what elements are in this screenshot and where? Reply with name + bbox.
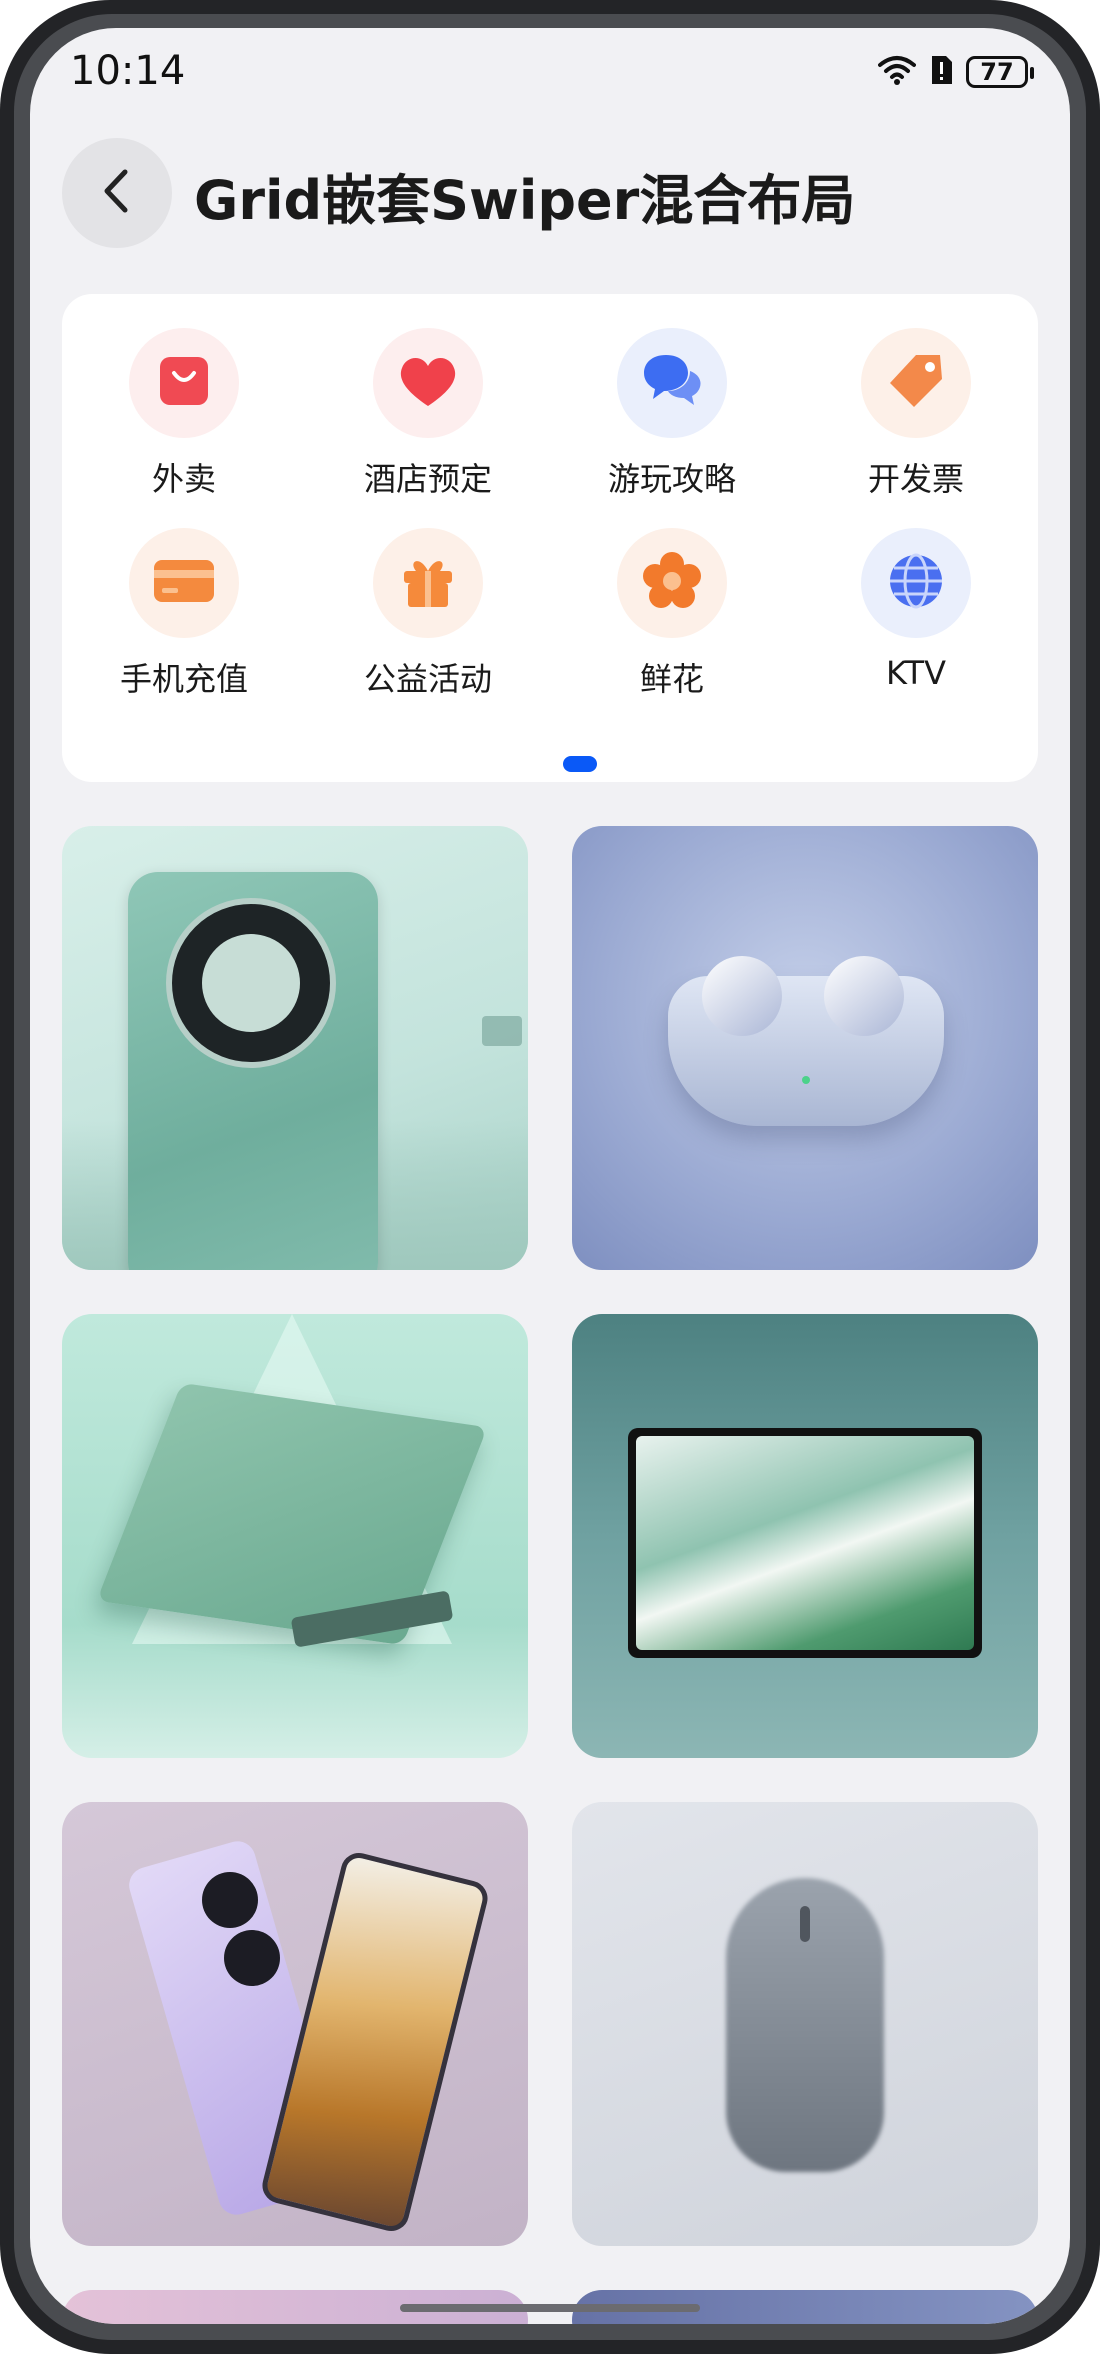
category-label: 鲜花 [639, 660, 704, 698]
category-item-invoice[interactable]: 开发票 [794, 328, 1038, 500]
battery-icon: 77 [966, 56, 1034, 88]
product-tile-earbuds[interactable] [572, 826, 1038, 1270]
camera-lens-2 [224, 1930, 280, 1986]
sim-alert-icon [928, 54, 954, 90]
category-item-phone-topup[interactable]: 手机充值 [62, 528, 306, 700]
battery-level: 77 [980, 58, 1014, 86]
category-icon-bg [373, 528, 483, 638]
earbud-left [702, 956, 782, 1036]
scroll-wheel [800, 1906, 810, 1942]
tablet-screen [636, 1436, 974, 1650]
flower-icon [641, 550, 703, 616]
globe-icon [886, 551, 946, 615]
category-label: 外卖 [151, 460, 216, 498]
category-label: 酒店预定 [363, 460, 492, 498]
home-indicator[interactable] [400, 2304, 700, 2312]
status-led [802, 1076, 810, 1084]
category-label: KTV [886, 654, 946, 692]
category-item-ktv[interactable]: KTV [794, 528, 1038, 692]
camera-lens-1 [202, 1872, 258, 1928]
category-icon-bg [861, 528, 971, 638]
category-icon-bg [861, 328, 971, 438]
category-icon-bg [129, 328, 239, 438]
chat-bubbles-icon [640, 351, 704, 415]
wifi-icon [878, 55, 916, 89]
product-tile-tablet[interactable] [572, 1314, 1038, 1758]
chevron-left-icon [97, 166, 137, 220]
shopping-bag-icon [154, 351, 214, 415]
product-tile-laptop[interactable] [62, 1314, 528, 1758]
vertical-text-deco [482, 1016, 522, 1046]
screen: 10:14 77 Grid嵌套Swiper混合布局 外卖 酒店预定 游玩攻略 开… [30, 28, 1070, 2324]
category-item-hotel[interactable]: 酒店预定 [306, 328, 550, 500]
earbud-right [824, 956, 904, 1036]
category-label: 开发票 [867, 460, 964, 498]
category-icon-bg [617, 328, 727, 438]
back-button[interactable] [62, 138, 172, 248]
category-item-travel-guide[interactable]: 游玩攻略 [550, 328, 794, 500]
category-item-takeout[interactable]: 外卖 [62, 328, 306, 500]
category-icon-bg [617, 528, 727, 638]
product-tile-phone[interactable] [62, 826, 528, 1270]
heart-icon [396, 352, 460, 414]
category-item-flowers[interactable]: 鲜花 [550, 528, 794, 700]
card-icon [152, 556, 216, 610]
category-label: 游玩攻略 [607, 460, 736, 498]
camera-center [202, 934, 300, 1032]
page-title: Grid嵌套Swiper混合布局 [194, 169, 856, 232]
status-icons: 77 [878, 54, 1034, 90]
category-label: 公益活动 [363, 660, 492, 698]
category-label: 手机充值 [119, 660, 248, 698]
price-tag-icon [886, 351, 946, 415]
product-tile-mouse[interactable] [572, 1802, 1038, 2246]
category-item-charity[interactable]: 公益活动 [306, 528, 550, 700]
category-swiper[interactable]: 外卖 酒店预定 游玩攻略 开发票 手机充值 公益活动 鲜花 KTV [62, 294, 1038, 782]
swiper-page-indicator[interactable] [563, 756, 597, 772]
gift-icon [398, 551, 458, 615]
category-icon-bg [373, 328, 483, 438]
product-tile-foldable[interactable] [62, 1802, 528, 2246]
category-icon-bg [129, 528, 239, 638]
status-time: 10:14 [70, 48, 186, 94]
